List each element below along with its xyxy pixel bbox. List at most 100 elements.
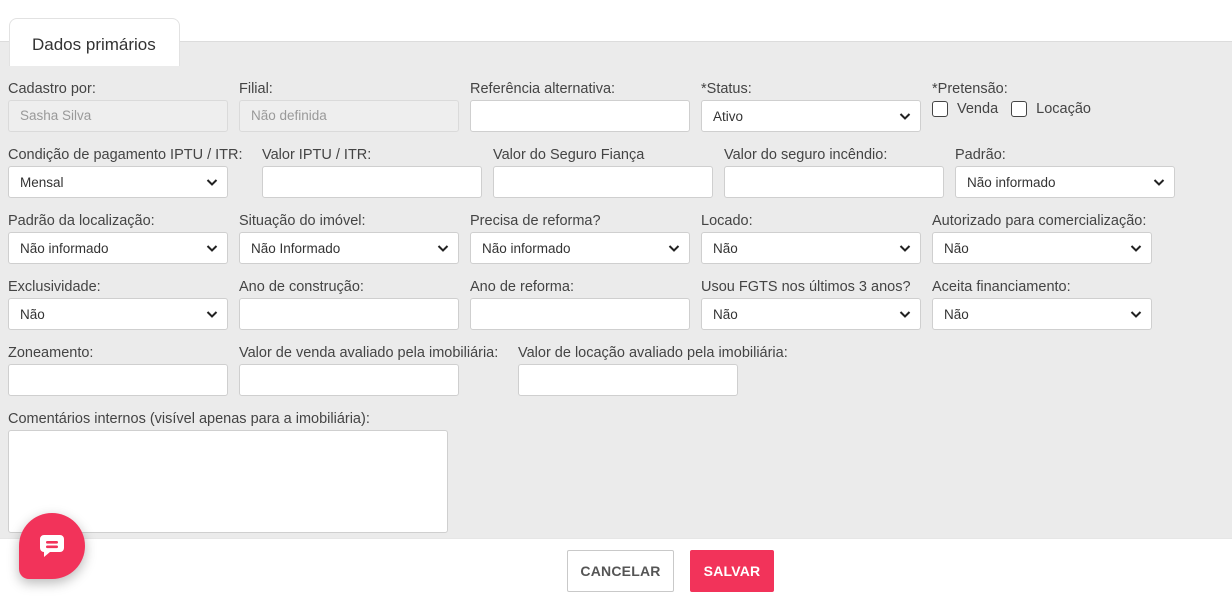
autorizado-field: Autorizado para comercialização: Não	[932, 212, 1152, 264]
padrao-value: Não informado	[967, 175, 1056, 190]
status-value: Ativo	[713, 109, 744, 124]
locado-select[interactable]: Não	[701, 232, 921, 264]
locado-label: Locado:	[701, 213, 753, 229]
autorizado-select[interactable]: Não	[932, 232, 1152, 264]
ano-construcao-field: Ano de construção:	[239, 278, 459, 330]
padrao-localizacao-select[interactable]: Não informado	[8, 232, 228, 264]
ano-reforma-input[interactable]	[470, 298, 690, 330]
save-button[interactable]: SALVAR	[690, 550, 774, 592]
comentarios-textarea[interactable]	[8, 430, 448, 533]
autorizado-label: Autorizado para comercialização:	[932, 213, 1147, 229]
referencia-field: Referência alternativa:	[470, 80, 690, 132]
chat-bubble-icon	[40, 535, 64, 557]
condicao-pagamento-value: Mensal	[20, 175, 64, 190]
usou-fgts-field: Usou FGTS nos últimos 3 anos? Não	[701, 278, 921, 330]
referencia-input[interactable]	[470, 100, 690, 132]
valor-venda-avaliado-input[interactable]	[239, 364, 459, 396]
padrao-localizacao-label: Padrão da localização:	[8, 213, 155, 229]
valor-locacao-avaliado-field: Valor de locação avaliado pela imobiliár…	[518, 344, 788, 396]
valor-seguro-fianca-field: Valor do Seguro Fiança	[493, 146, 713, 198]
cancel-button[interactable]: CANCELAR	[567, 550, 674, 592]
aceita-financiamento-value: Não	[944, 307, 969, 322]
filial-input: Não definida	[239, 100, 459, 132]
comentarios-label: Comentários internos (visível apenas par…	[8, 411, 370, 427]
padrao-field: Padrão: Não informado	[955, 146, 1175, 198]
status-field: *Status: Ativo	[701, 80, 921, 132]
chevron-down-icon	[437, 245, 449, 252]
referencia-label: Referência alternativa:	[470, 81, 616, 97]
exclusividade-select[interactable]: Não	[8, 298, 228, 330]
venda-checkbox-label: Venda	[957, 101, 999, 117]
precisa-reforma-select[interactable]: Não informado	[470, 232, 690, 264]
zoneamento-input[interactable]	[8, 364, 228, 396]
status-label: *Status:	[701, 81, 752, 97]
tab-bar: Dados primários	[0, 0, 1232, 66]
chevron-down-icon	[668, 245, 680, 252]
aceita-financiamento-label: Aceita financiamento:	[932, 279, 1071, 295]
ano-reforma-label: Ano de reforma:	[470, 279, 574, 295]
exclusividade-field: Exclusividade: Não	[8, 278, 228, 330]
locado-field: Locado: Não	[701, 212, 921, 264]
precisa-reforma-value: Não informado	[482, 241, 571, 256]
chevron-down-icon	[206, 311, 218, 318]
locacao-checkbox[interactable]	[1011, 101, 1028, 117]
situacao-imovel-field: Situação do imóvel: Não Informado	[239, 212, 459, 264]
status-select[interactable]: Ativo	[701, 100, 921, 132]
form-footer: CANCELAR SALVAR	[0, 538, 1232, 602]
valor-venda-avaliado-label: Valor de venda avaliado pela imobiliária…	[239, 345, 499, 361]
chevron-down-icon	[1130, 245, 1142, 252]
autorizado-value: Não	[944, 241, 969, 256]
valor-seguro-incendio-field: Valor do seguro incêndio:	[724, 146, 944, 198]
exclusividade-label: Exclusividade:	[8, 279, 101, 295]
valor-iptu-field: Valor IPTU / ITR:	[262, 146, 482, 198]
padrao-select[interactable]: Não informado	[955, 166, 1175, 198]
aceita-financiamento-select[interactable]: Não	[932, 298, 1152, 330]
padrao-label: Padrão:	[955, 147, 1006, 163]
zoneamento-label: Zoneamento:	[8, 345, 94, 361]
pretensao-label: *Pretensão:	[932, 81, 1008, 97]
situacao-imovel-label: Situação do imóvel:	[239, 213, 366, 229]
pretensao-field: *Pretensão:	[932, 80, 1152, 100]
padrao-localizacao-value: Não informado	[20, 241, 109, 256]
valor-iptu-input[interactable]	[262, 166, 482, 198]
valor-iptu-label: Valor IPTU / ITR:	[262, 147, 372, 163]
precisa-reforma-field: Precisa de reforma? Não informado	[470, 212, 690, 264]
usou-fgts-value: Não	[713, 307, 738, 322]
valor-locacao-avaliado-label: Valor de locação avaliado pela imobiliár…	[518, 345, 788, 361]
valor-locacao-avaliado-input[interactable]	[518, 364, 738, 396]
cadastro-por-label: Cadastro por:	[8, 81, 96, 97]
chevron-down-icon	[1153, 179, 1165, 186]
precisa-reforma-label: Precisa de reforma?	[470, 213, 601, 229]
exclusividade-value: Não	[20, 307, 45, 322]
ano-reforma-field: Ano de reforma:	[470, 278, 690, 330]
situacao-imovel-select[interactable]: Não Informado	[239, 232, 459, 264]
tab-dados-primarios[interactable]: Dados primários	[9, 18, 180, 66]
chat-button[interactable]	[19, 513, 85, 579]
condicao-pagamento-select[interactable]: Mensal	[8, 166, 228, 198]
situacao-imovel-value: Não Informado	[251, 241, 341, 256]
valor-seguro-incendio-input[interactable]	[724, 166, 944, 198]
cadastro-por-input: Sasha Silva	[8, 100, 228, 132]
locacao-checkbox-label: Locação	[1036, 101, 1091, 117]
chevron-down-icon	[899, 113, 911, 120]
valor-seguro-fianca-input[interactable]	[493, 166, 713, 198]
pretensao-options: Venda Locação	[932, 101, 1091, 117]
condicao-pagamento-label: Condição de pagamento IPTU / ITR:	[8, 147, 243, 163]
padrao-localizacao-field: Padrão da localização: Não informado	[8, 212, 228, 264]
ano-construcao-input[interactable]	[239, 298, 459, 330]
valor-venda-avaliado-field: Valor de venda avaliado pela imobiliária…	[239, 344, 499, 396]
comentarios-field: Comentários internos (visível apenas par…	[8, 410, 448, 533]
valor-seguro-fianca-label: Valor do Seguro Fiança	[493, 147, 645, 163]
locado-value: Não	[713, 241, 738, 256]
ano-construcao-label: Ano de construção:	[239, 279, 364, 295]
filial-field: Filial: Não definida	[239, 80, 459, 132]
chevron-down-icon	[899, 311, 911, 318]
usou-fgts-select[interactable]: Não	[701, 298, 921, 330]
venda-checkbox[interactable]	[932, 101, 948, 117]
valor-seguro-incendio-label: Valor do seguro incêndio:	[724, 147, 888, 163]
chevron-down-icon	[899, 245, 911, 252]
zoneamento-field: Zoneamento:	[8, 344, 228, 396]
filial-label: Filial:	[239, 81, 273, 97]
aceita-financiamento-field: Aceita financiamento: Não	[932, 278, 1152, 330]
chevron-down-icon	[206, 179, 218, 186]
